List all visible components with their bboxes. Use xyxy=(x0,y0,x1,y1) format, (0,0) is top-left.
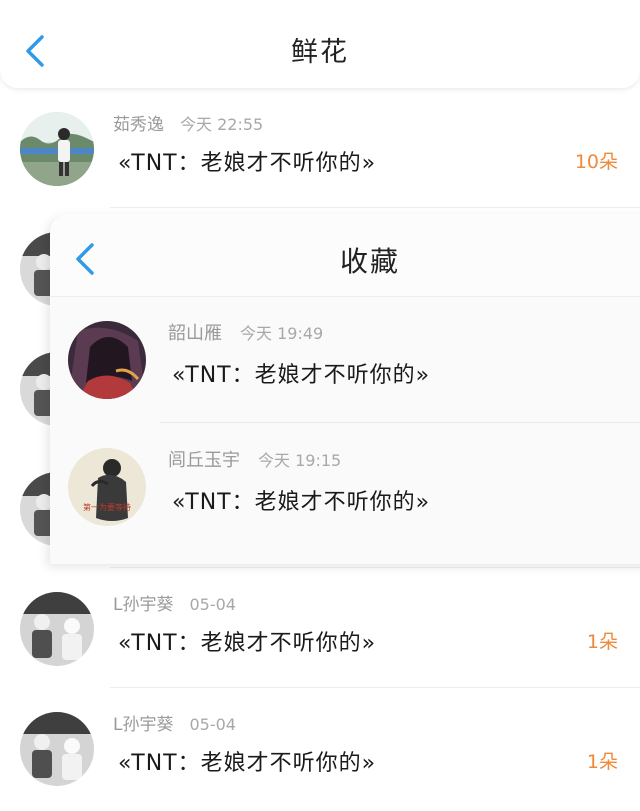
timestamp: 今天 19:15 xyxy=(258,451,342,470)
favorites-header: 收藏 xyxy=(50,214,640,297)
favorite-item[interactable]: 韶山雁 今天 19:49 «TNT：老娘才不听你的» xyxy=(50,297,640,423)
sender-name: 闾丘玉宇 xyxy=(168,450,240,471)
avatar[interactable] xyxy=(20,112,94,186)
flower-count: 1朵 xyxy=(586,631,618,653)
avatar[interactable] xyxy=(68,321,146,399)
top-bar: 鲜花 xyxy=(0,0,640,88)
divider xyxy=(110,687,640,688)
flower-count: 10朵 xyxy=(574,151,618,173)
favorites-title: 收藏 xyxy=(340,245,401,278)
favorites-panel: 收藏 韶山雁 今天 19:49 «TNT：老娘才不听你的» 第一为要等待 闾丘玉… xyxy=(50,214,640,564)
sender-name: 韶山雁 xyxy=(168,323,222,344)
timestamp: 今天 22:55 xyxy=(180,115,264,134)
message-text: «TNT：老娘才不听你的» xyxy=(172,490,431,515)
message-text: «TNT：老娘才不听你的» xyxy=(118,631,377,656)
message-text: «TNT：老娘才不听你的» xyxy=(118,751,377,776)
list-item[interactable]: L孙宇葵 05-04 «TNT：老娘才不听你的» 1朵 xyxy=(0,690,640,808)
favorites-back-button[interactable] xyxy=(72,242,98,276)
avatar[interactable] xyxy=(20,592,94,666)
avatar[interactable] xyxy=(20,712,94,786)
timestamp: 05-04 xyxy=(189,715,236,734)
list-item[interactable]: 茹秀逸 今天 22:55 «TNT：老娘才不听你的» 10朵 xyxy=(0,90,640,208)
sender-name: L孙宇葵 xyxy=(113,595,174,615)
divider xyxy=(110,567,640,568)
divider xyxy=(110,207,640,208)
timestamp: 今天 19:49 xyxy=(240,324,324,343)
sender-name: L孙宇葵 xyxy=(113,715,174,735)
list-item[interactable]: L孙宇葵 05-04 «TNT：老娘才不听你的» 1朵 xyxy=(0,570,640,688)
sender-name: 茹秀逸 xyxy=(113,115,164,135)
message-text: «TNT：老娘才不听你的» xyxy=(118,151,377,176)
chevron-left-icon xyxy=(76,243,94,275)
divider xyxy=(160,422,640,423)
favorite-item[interactable]: 第一为要等待 闾丘玉宇 今天 19:15 «TNT：老娘才不听你的» xyxy=(50,424,640,550)
message-text: «TNT：老娘才不听你的» xyxy=(172,363,431,388)
avatar[interactable]: 第一为要等待 xyxy=(68,448,146,526)
page-title: 鲜花 xyxy=(291,37,349,68)
flower-count: 1朵 xyxy=(586,751,618,773)
svg-text:第一为要等待: 第一为要等待 xyxy=(83,502,131,512)
timestamp: 05-04 xyxy=(189,595,236,614)
